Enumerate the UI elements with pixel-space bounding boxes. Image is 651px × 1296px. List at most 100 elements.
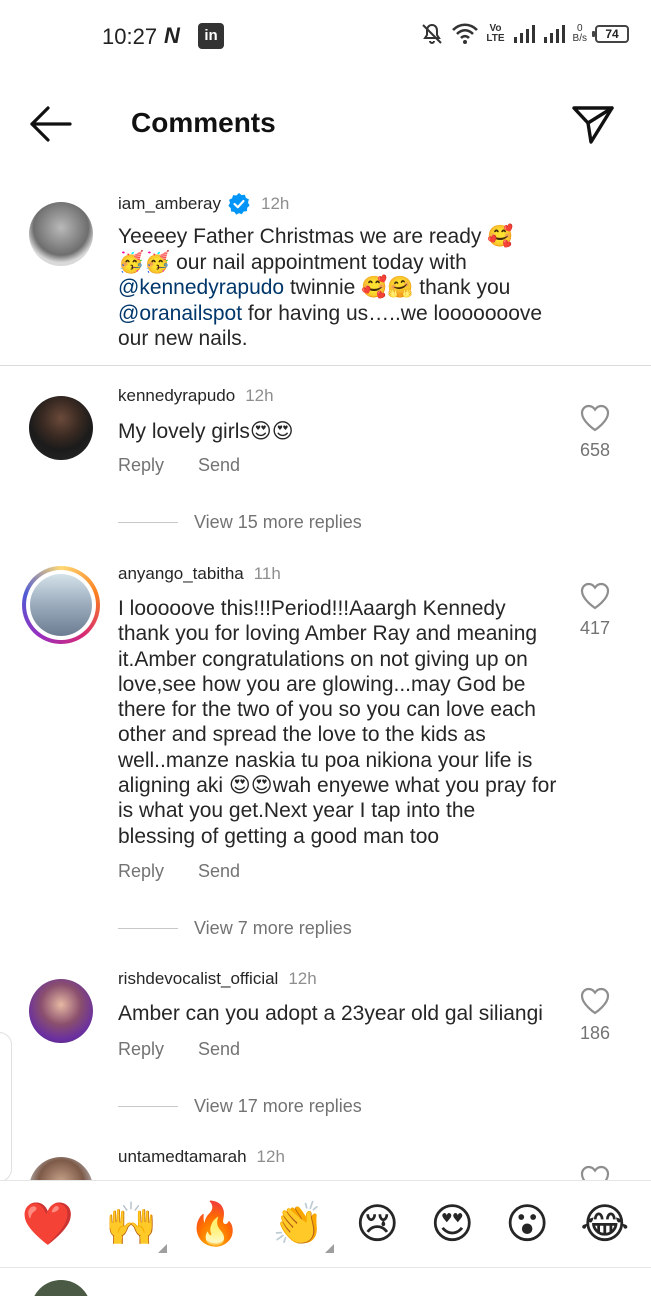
lte-label: LTE [486, 33, 505, 44]
raising-hands-emoji-glyph: 🙌 [105, 1199, 158, 1248]
comment-text: I looooove this!!!Period!!!Aaargh Kenned… [118, 597, 557, 848]
network-speed: 0 B/s [573, 24, 587, 44]
send-button[interactable]: Send [198, 455, 240, 476]
view-replies-button[interactable]: View 15 more replies [118, 512, 362, 533]
raising-hands-emoji-icon[interactable]: 🙌 [105, 1203, 168, 1253]
battery-icon: 74 [592, 25, 629, 43]
comments-header: Comments [0, 92, 651, 156]
wifi-icon [452, 23, 479, 44]
network-speed-unit: B/s [572, 33, 587, 44]
like-button[interactable] [577, 404, 613, 432]
avatar[interactable] [29, 396, 93, 460]
like-button[interactable] [577, 1165, 613, 1180]
status-icons: Vo LTE 0 B/s 74 [420, 22, 629, 46]
heart-icon [580, 987, 610, 1015]
like-button[interactable] [577, 582, 613, 610]
caption-line: @oranailspot for having us…..we looooooo… [118, 301, 588, 327]
emoji-reaction-bar: ❤️ 🙌 🔥 👏 😢 😍 😮 😂 [0, 1180, 651, 1268]
comment-username[interactable]: anyango_tabitha [118, 564, 244, 584]
comment-meta: anyango_tabitha 11h [118, 564, 281, 584]
comment-meta: rishdevocalist_official 12h [118, 969, 317, 989]
tears-of-joy-emoji-icon[interactable]: 😂 [580, 1203, 629, 1245]
mention-link[interactable]: @kennedyrapudo [118, 276, 284, 299]
avatar[interactable] [29, 202, 93, 266]
status-bar: 10:27 N in Vo LTE 0 B/s 74 [0, 0, 651, 72]
caption-line: 🥳🥳 our nail appointment today with [118, 250, 467, 274]
send-button[interactable]: Send [198, 1039, 240, 1060]
caption-line: Yeeeey Father Christmas we are ready 🥰 [118, 225, 514, 248]
post-caption: iam_amberay 12h Yeeeey Father Christmas … [0, 180, 651, 366]
like-count: 186 [579, 1023, 611, 1043]
fire-emoji-icon[interactable]: 🔥 [188, 1203, 240, 1245]
like-button[interactable] [577, 987, 613, 1015]
paper-plane-icon [572, 106, 614, 144]
comment-item: rishdevocalist_official 12h Amber can yo… [0, 969, 651, 1079]
comment-item: anyango_tabitha 11h I looooove this!!!Pe… [0, 564, 651, 894]
skin-tone-indicator [325, 1244, 335, 1253]
comment-item: untamedtamarah 12h [0, 1147, 651, 1180]
page-title: Comments [131, 107, 276, 138]
view-replies-button[interactable]: View 7 more replies [118, 918, 352, 939]
linkedin-notification-icon: in [198, 23, 224, 49]
caption-meta: iam_amberay 12h [118, 192, 289, 216]
like-count: 417 [579, 618, 611, 638]
heart-emoji-icon[interactable]: ❤️ [22, 1203, 74, 1245]
heart-icon [580, 582, 610, 610]
view-replies-button[interactable]: View 17 more replies [118, 1096, 362, 1117]
avatar [30, 574, 92, 636]
comment-username[interactable]: rishdevocalist_official [118, 969, 278, 989]
comment-actions: Reply Send [118, 861, 240, 882]
heart-icon [580, 404, 610, 432]
comment-text: Amber can you adopt a 23year old gal sil… [118, 1002, 543, 1025]
avatar[interactable] [29, 1157, 93, 1180]
comment-time: 11h [253, 564, 281, 583]
comment-username[interactable]: kennedyrapudo [118, 386, 235, 406]
arrow-left-icon [30, 106, 72, 142]
caption-fragment: for having us…..we looooooove [242, 301, 543, 325]
clapping-hands-emoji-glyph: 👏 [271, 1199, 325, 1248]
comment-time: 12h [245, 386, 274, 405]
comment-meta: untamedtamarah 12h [118, 1147, 285, 1167]
view-replies-label: View 17 more replies [194, 1096, 362, 1116]
caption-line: @kennedyrapudo twinnie 🥰🤗 thank you [118, 275, 588, 301]
share-button[interactable] [569, 100, 617, 148]
divider [118, 928, 178, 929]
reply-button[interactable]: Reply [118, 455, 164, 476]
comment-meta: kennedyrapudo 12h [118, 386, 274, 406]
comment-text: My lovely girls😍😍 [118, 420, 294, 443]
caption-text: Yeeeey Father Christmas we are ready 🥰 🥳… [118, 224, 588, 352]
comment-actions: Reply Send [118, 455, 240, 476]
caption-line: our new nails. [118, 327, 248, 350]
view-replies-label: View 15 more replies [194, 512, 362, 532]
reply-button[interactable]: Reply [118, 861, 164, 882]
avatar-story-ring[interactable] [22, 566, 100, 644]
comment-actions: Reply Send [118, 1039, 240, 1060]
view-replies-label: View 7 more replies [194, 918, 352, 938]
caption-username[interactable]: iam_amberay [118, 194, 221, 214]
netflix-notification-icon: N [164, 23, 180, 48]
divider [118, 522, 178, 523]
mention-link[interactable]: @oranailspot [118, 302, 242, 325]
comment-time: 12h [256, 1147, 285, 1166]
crying-face-emoji-icon[interactable]: 😢 [355, 1203, 399, 1245]
divider [118, 1106, 178, 1107]
status-time: 10:27 [102, 24, 158, 49]
clapping-hands-emoji-icon[interactable]: 👏 [272, 1203, 335, 1253]
volte-indicator: Vo LTE [486, 24, 504, 44]
comment-time: 12h [288, 969, 317, 988]
avatar[interactable] [29, 979, 93, 1043]
current-user-avatar [31, 1280, 91, 1296]
surprised-face-emoji-icon[interactable]: 😮 [505, 1203, 549, 1245]
heart-icon [580, 1165, 610, 1180]
skin-tone-indicator [158, 1244, 168, 1253]
caption-time: 12h [261, 194, 290, 213]
heart-eyes-emoji-icon[interactable]: 😍 [430, 1203, 474, 1245]
mute-bell-icon [422, 23, 443, 44]
send-button[interactable]: Send [198, 861, 240, 882]
comment-username[interactable]: untamedtamarah [118, 1147, 247, 1167]
back-button[interactable] [26, 102, 76, 146]
reply-button[interactable]: Reply [118, 1039, 164, 1060]
like-count: 658 [579, 440, 611, 460]
side-panel-handle[interactable] [0, 1032, 12, 1182]
verified-badge-icon [228, 193, 250, 215]
